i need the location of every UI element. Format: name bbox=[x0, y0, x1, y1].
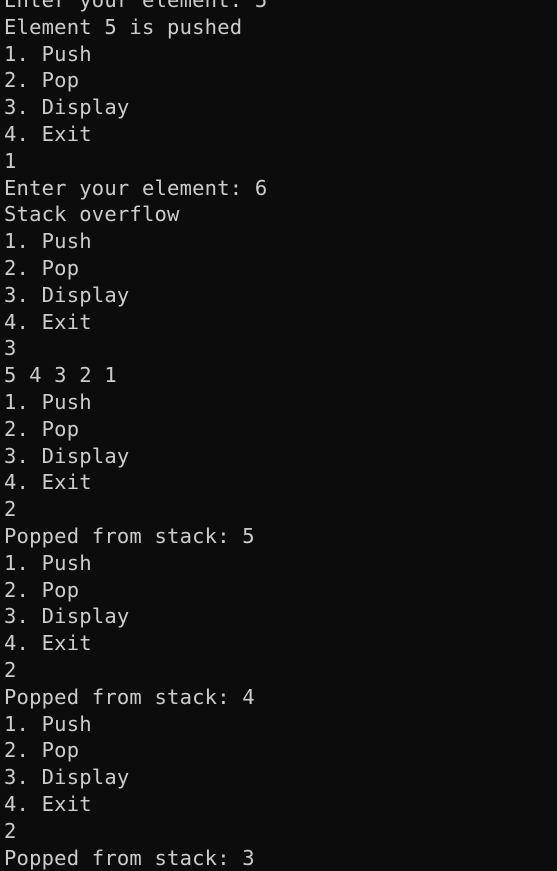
menu-item-display: 3. Display bbox=[4, 282, 557, 309]
menu-item-push: 1. Push bbox=[4, 389, 557, 416]
user-input-line: 2 bbox=[4, 818, 557, 845]
menu-item-push: 1. Push bbox=[4, 711, 557, 738]
menu-item-display: 3. Display bbox=[4, 94, 557, 121]
menu-item-pop: 2. Pop bbox=[4, 255, 557, 282]
menu-item-display: 3. Display bbox=[4, 603, 557, 630]
console-output: Enter your element: 5 Element 5 is pushe… bbox=[0, 0, 557, 867]
menu-item-pop: 2. Pop bbox=[4, 577, 557, 604]
menu-item-pop: 2. Pop bbox=[4, 416, 557, 443]
menu-item-exit: 4. Exit bbox=[4, 469, 557, 496]
user-input-line: 3 bbox=[4, 335, 557, 362]
menu-item-pop: 2. Pop bbox=[4, 67, 557, 94]
console-line: Enter your element: 5 bbox=[4, 0, 557, 14]
console-line: Stack overflow bbox=[4, 201, 557, 228]
menu-item-display: 3. Display bbox=[4, 443, 557, 470]
console-line: Enter your element: 6 bbox=[4, 175, 557, 202]
console-line: Popped from stack: 3 bbox=[4, 845, 557, 871]
console-line: Element 5 is pushed bbox=[4, 14, 557, 41]
menu-item-exit: 4. Exit bbox=[4, 121, 557, 148]
menu-item-exit: 4. Exit bbox=[4, 791, 557, 818]
menu-item-pop: 2. Pop bbox=[4, 737, 557, 764]
console-line: Popped from stack: 5 bbox=[4, 523, 557, 550]
menu-item-push: 1. Push bbox=[4, 228, 557, 255]
user-input-line: 2 bbox=[4, 496, 557, 523]
user-input-line: 1 bbox=[4, 148, 557, 175]
user-input-line: 2 bbox=[4, 657, 557, 684]
menu-item-exit: 4. Exit bbox=[4, 309, 557, 336]
menu-item-push: 1. Push bbox=[4, 41, 557, 68]
menu-item-exit: 4. Exit bbox=[4, 630, 557, 657]
menu-item-push: 1. Push bbox=[4, 550, 557, 577]
menu-item-display: 3. Display bbox=[4, 764, 557, 791]
console-line: Popped from stack: 4 bbox=[4, 684, 557, 711]
console-line: 5 4 3 2 1 bbox=[4, 362, 557, 389]
